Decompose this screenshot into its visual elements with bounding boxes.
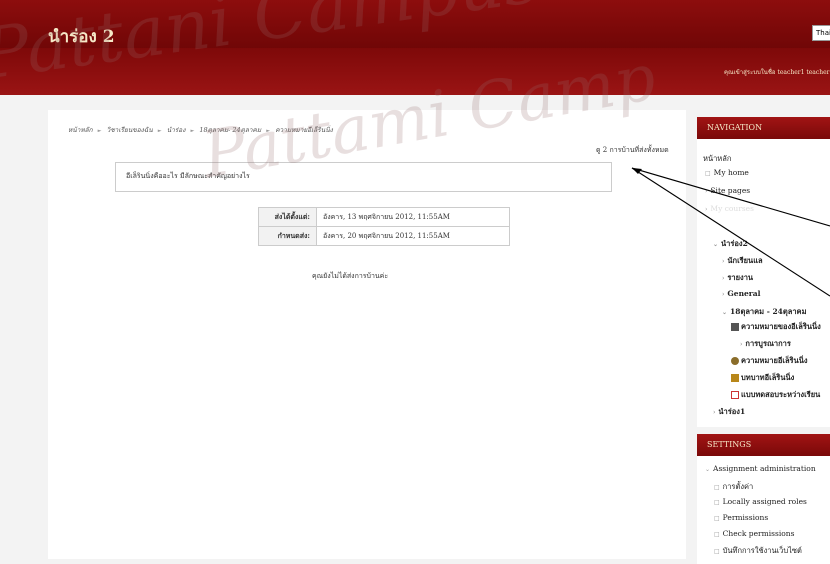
nav-participants[interactable]: › นักเรียนแล (722, 255, 763, 267)
available-from-label: ส่งได้ตั้งแต่: (258, 207, 317, 227)
nav-my-courses[interactable]: › My courses (705, 204, 754, 213)
settings-permissions[interactable]: □ Permissions (714, 513, 768, 522)
chevron-right-icon: › (713, 409, 716, 416)
settings-permissions-label: Permissions (722, 513, 769, 522)
settings-local-roles[interactable]: □ Locally assigned roles (714, 497, 807, 506)
nav-participants-label: นักเรียนแล (727, 256, 763, 265)
bullet-icon: □ (714, 531, 720, 538)
chevron-down-icon: ⌄ (722, 309, 728, 316)
settings-logs[interactable]: □ บันทึกการใช้งานเว็บไซต์ (714, 545, 802, 557)
nav-forum[interactable]: บทบาทอีเล็รินนิ่ง (731, 372, 794, 384)
breadcrumb-separator: ► (157, 128, 162, 134)
settings-edit[interactable]: □ การตั้งค่า (714, 481, 753, 493)
nav-resource-meaning-label: ความหมายของอีเล็รินนิ่ง (741, 322, 821, 331)
nav-site-pages-label: Site pages (710, 186, 751, 195)
login-info: คุณเข้าสู่ระบบในชื่อ teacher1 teacher ( (724, 69, 830, 76)
nav-reports-label: รายงาน (727, 273, 754, 282)
nav-blog[interactable]: › การบูรณาการ (740, 338, 791, 350)
nav-site-pages[interactable]: › Site pages (705, 186, 750, 195)
site-title[interactable]: นำร่อง 2 (48, 23, 115, 50)
nav-assignment-current-label: ความหมายอีเล็รินนิ่ง (741, 356, 808, 365)
nav-course-label: นำร่อง2 (721, 239, 748, 248)
chevron-right-icon: › (722, 291, 725, 298)
settings-assignment-admin[interactable]: ⌄ Assignment administration (705, 464, 816, 473)
nav-quiz[interactable]: แบบทดสอบระหว่างเรียน (731, 389, 820, 401)
nav-quiz-label: แบบทดสอบระหว่างเรียน (741, 390, 821, 399)
table-row: ส่งได้ตั้งแต่: อังคาร, 13 พฤศจิกายน 2012… (258, 207, 510, 227)
assignment-intro-text: อีเล็รินนิ่งคืออะไร มีลักษณะสำคัญอย่างไร (126, 172, 250, 180)
quiz-icon (731, 391, 739, 399)
breadcrumb-assignment[interactable]: ความหมายอีเล็รินนิ่ง (275, 126, 333, 134)
settings-local-roles-label: Locally assigned roles (722, 497, 807, 506)
page-header (0, 0, 830, 95)
breadcrumb-separator: ► (97, 128, 102, 134)
chevron-down-icon: › (705, 206, 708, 213)
nav-forum-label: บทบาทอีเล็รินนิ่ง (741, 373, 795, 382)
chevron-right-icon: › (722, 258, 725, 265)
nav-week-label: 18ตุลาคม - 24ตุลาคม (730, 307, 807, 316)
nav-my-courses-label: My courses (710, 204, 754, 213)
breadcrumb: หน้าหลัก ► วิชาเรียนของฉัน ► นำร่อง ► 18… (68, 125, 333, 135)
nav-week-section[interactable]: ⌄ 18ตุลาคม - 24ตุลาคม (722, 306, 807, 318)
available-from-value: อังคาร, 13 พฤศจิกายน 2012, 11:55AM (316, 207, 510, 227)
breadcrumb-separator: ► (266, 128, 271, 134)
assignment-icon (731, 357, 739, 365)
bullet-icon: □ (714, 515, 720, 522)
nav-course[interactable]: ⌄ นำร่อง2 (713, 238, 748, 250)
not-submitted-text: คุณยังไม่ได้ส่งการบ้านค่ะ (312, 272, 389, 280)
chevron-right-icon: › (705, 188, 708, 195)
settings-check-permissions-label: Check permissions (722, 529, 795, 538)
chevron-down-icon: ⌄ (713, 241, 719, 248)
chevron-down-icon: ⌄ (705, 466, 711, 473)
nav-other-course[interactable]: › นำร่อง1 (713, 406, 745, 418)
dates-table: ส่งได้ตั้งแต่: อังคาร, 13 พฤศจิกายน 2012… (258, 207, 510, 246)
breadcrumb-separator: ► (190, 128, 195, 134)
nav-assignment-current[interactable]: ความหมายอีเล็รินนิ่ง (731, 355, 808, 367)
view-submissions-link[interactable]: ดู 2 การบ้านที่ส่งทั้งหมด (596, 145, 669, 156)
chevron-right-icon: › (740, 341, 743, 348)
language-select[interactable]: Thai (812, 25, 830, 41)
breadcrumb-course[interactable]: นำร่อง (167, 126, 186, 134)
nav-resource-meaning[interactable]: ความหมายของอีเล็รินนิ่ง (731, 321, 821, 333)
settings-logs-label: บันทึกการใช้งานเว็บไซต์ (722, 546, 802, 555)
nav-reports[interactable]: › รายงาน (722, 272, 753, 284)
table-row: กำหนดส่ง: อังคาร, 20 พฤศจิกายน 2012, 11:… (258, 226, 510, 246)
settings-title[interactable]: SETTINGS (697, 434, 830, 456)
navigation-title[interactable]: NAVIGATION (697, 117, 830, 139)
settings-check-permissions[interactable]: □ Check permissions (714, 529, 794, 538)
bullet-icon: □ (714, 484, 720, 491)
breadcrumb-section[interactable]: 18ตุลาคม- 24ตุลาคม (199, 126, 261, 134)
nav-general-label: General (727, 289, 761, 298)
settings-edit-label: การตั้งค่า (722, 482, 754, 491)
bullet-icon: □ (714, 499, 720, 506)
nav-my-home[interactable]: □ My home (705, 168, 749, 177)
settings-assignment-admin-label: Assignment administration (713, 464, 816, 473)
nav-general[interactable]: › General (722, 289, 760, 298)
header-band (0, 48, 830, 95)
page-icon (731, 323, 739, 331)
due-date-value: อังคาร, 20 พฤศจิกายน 2012, 11:55AM (316, 226, 510, 246)
nav-blog-label: การบูรณาการ (745, 339, 791, 348)
assignment-intro-box: อีเล็รินนิ่งคืออะไร มีลักษณะสำคัญอย่างไร (115, 162, 612, 192)
nav-other-course-label: นำร่อง1 (718, 407, 746, 416)
nav-my-home-label: My home (713, 168, 749, 177)
breadcrumb-home[interactable]: หน้าหลัก (68, 126, 93, 134)
due-date-label: กำหนดส่ง: (258, 226, 317, 246)
forum-icon (731, 374, 739, 382)
bullet-icon: □ (714, 548, 720, 555)
chevron-right-icon: › (722, 275, 725, 282)
nav-home[interactable]: หน้าหลัก (703, 153, 731, 165)
bullet-icon: □ (705, 170, 711, 177)
breadcrumb-my-courses[interactable]: วิชาเรียนของฉัน (107, 126, 153, 134)
